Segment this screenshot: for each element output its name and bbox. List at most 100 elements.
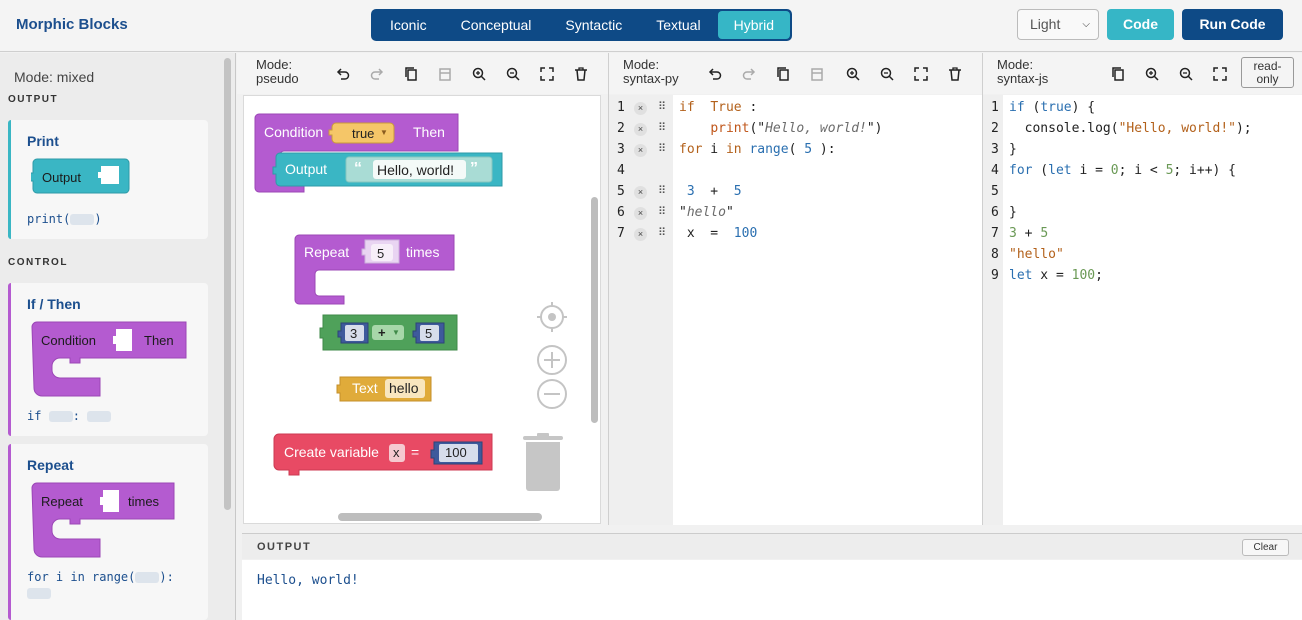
section-title-output: OUTPUT: [8, 94, 59, 105]
zoom-out-icon[interactable]: [1178, 66, 1194, 82]
workspace-vertical-scrollbar[interactable]: [591, 197, 598, 423]
output-line: Hello, world!: [257, 573, 359, 588]
text-label: Text: [352, 380, 378, 396]
variable-name-field[interactable]: x: [393, 445, 400, 460]
pseudo-block-workspace[interactable]: Condition true ▼ Then Output “ Hello, wo…: [243, 95, 601, 524]
fit-screen-icon[interactable]: [913, 66, 929, 82]
palette-mode-label: Mode: mixed: [14, 69, 95, 85]
fit-screen-icon[interactable]: [539, 66, 555, 82]
delete-line-icon[interactable]: ×: [634, 144, 647, 157]
drag-handle-icon[interactable]: ⠿: [658, 226, 666, 239]
redo-icon[interactable]: [369, 66, 385, 82]
drag-handle-icon[interactable]: ⠿: [658, 121, 666, 134]
open-quote: “: [354, 160, 362, 177]
output-text-field[interactable]: Hello, world!: [377, 162, 454, 178]
python-code-line[interactable]: "hello": [679, 205, 734, 220]
js-code-line: "hello": [1009, 247, 1064, 262]
tab-iconic[interactable]: Iconic: [373, 11, 444, 39]
delete-line-icon[interactable]: ×: [634, 102, 647, 115]
drag-handle-icon[interactable]: ⠿: [658, 142, 666, 155]
palette-card-repeat[interactable]: Repeat Repeat times for i in range():: [8, 444, 208, 620]
text-value-field[interactable]: hello: [389, 380, 419, 396]
condition-label: Condition: [264, 124, 324, 140]
repeat-count-field[interactable]: 5: [377, 246, 384, 261]
panel-divider[interactable]: [608, 53, 609, 525]
python-code-line[interactable]: for i in range( 5 ):: [679, 142, 836, 157]
workspace-zoom-out-icon[interactable]: [536, 378, 568, 410]
workspace-trash-icon[interactable]: [522, 432, 566, 492]
value-dropdown-arrow[interactable]: ▼: [380, 128, 388, 137]
palette-card-print[interactable]: Print Output print(): [8, 120, 208, 239]
block-palette: Mode: mixed OUTPUT Print Output print() …: [0, 53, 236, 620]
line-number: 3: [991, 142, 999, 157]
copy-icon[interactable]: [1110, 66, 1126, 82]
line-number: 5: [617, 184, 625, 199]
delete-line-icon[interactable]: ×: [634, 186, 647, 199]
zoom-in-icon[interactable]: [845, 66, 861, 82]
line-number: 1: [617, 100, 625, 115]
tab-hybrid[interactable]: Hybrid: [717, 11, 791, 39]
tab-textual[interactable]: Textual: [639, 11, 717, 39]
tab-syntactic[interactable]: Syntactic: [548, 11, 639, 39]
math-left-field[interactable]: 3: [350, 326, 357, 341]
drag-handle-icon[interactable]: ⠿: [658, 100, 666, 113]
trash-icon[interactable]: [573, 66, 589, 82]
operator-dropdown-arrow[interactable]: ▼: [392, 328, 400, 337]
workspace-horizontal-scrollbar[interactable]: [338, 513, 542, 521]
python-gutter: [609, 95, 673, 525]
undo-icon[interactable]: [707, 66, 723, 82]
python-code-line[interactable]: if True :: [679, 100, 757, 115]
code-button[interactable]: Code: [1107, 9, 1174, 40]
clear-output-button[interactable]: Clear: [1242, 539, 1289, 556]
trash-icon[interactable]: [947, 66, 963, 82]
python-code-line[interactable]: x = 100: [679, 226, 757, 241]
python-panel-header: Mode: syntax-py: [609, 53, 982, 94]
drag-handle-icon[interactable]: ⠿: [658, 205, 666, 218]
zoom-out-icon[interactable]: [505, 66, 521, 82]
line-number: 2: [617, 121, 625, 136]
python-code-editor[interactable]: 1 2 3 4 5 6 7 × × × × × × ⠿ ⠿ ⠿ ⠿ ⠿ ⠿ if…: [609, 95, 982, 525]
fit-screen-icon[interactable]: [1212, 66, 1228, 82]
then-block-label: Then: [144, 333, 174, 348]
copy-icon[interactable]: [775, 66, 791, 82]
copy-icon[interactable]: [403, 66, 419, 82]
paste-icon[interactable]: [809, 66, 825, 82]
palette-scrollbar[interactable]: [224, 58, 231, 510]
app-title: Morphic Blocks: [16, 16, 128, 33]
theme-select[interactable]: Light ⌵: [1017, 9, 1099, 40]
python-mode-label: Mode: syntax-py: [623, 57, 679, 86]
line-number: 6: [617, 205, 625, 220]
math-operator[interactable]: +: [378, 325, 386, 340]
readonly-badge: read-only: [1241, 57, 1294, 88]
zoom-in-icon[interactable]: [471, 66, 487, 82]
undo-icon[interactable]: [335, 66, 351, 82]
redo-icon[interactable]: [741, 66, 757, 82]
python-code-line[interactable]: 3 + 5: [679, 184, 742, 199]
recenter-icon[interactable]: [536, 301, 568, 333]
paste-icon[interactable]: [437, 66, 453, 82]
delete-line-icon[interactable]: ×: [634, 228, 647, 241]
js-code-viewer[interactable]: 1 2 3 4 5 6 7 8 9 if (true) { console.lo…: [983, 95, 1302, 525]
card-code-if: if :: [27, 409, 112, 423]
python-code-line[interactable]: print("Hello, world!"): [679, 121, 882, 136]
drag-handle-icon[interactable]: ⠿: [658, 184, 666, 197]
palette-card-if-then[interactable]: If / Then Condition Then if :: [8, 283, 208, 436]
zoom-out-icon[interactable]: [879, 66, 895, 82]
then-label: Then: [413, 124, 445, 140]
card-accent-bar: [8, 120, 11, 239]
zoom-in-icon[interactable]: [1144, 66, 1160, 82]
math-right-field[interactable]: 5: [425, 326, 432, 341]
panel-divider[interactable]: [982, 53, 983, 525]
workspace-zoom-in-icon[interactable]: [536, 344, 568, 376]
js-panel-header: Mode: syntax-js read-only: [983, 53, 1302, 94]
card-title: Repeat: [27, 457, 74, 473]
line-number: 2: [991, 121, 999, 136]
card-code-repeat: for i in range():: [27, 570, 174, 584]
run-code-button[interactable]: Run Code: [1182, 9, 1283, 40]
delete-line-icon[interactable]: ×: [634, 123, 647, 136]
variable-value-field[interactable]: 100: [445, 445, 467, 460]
tab-conceptual[interactable]: Conceptual: [444, 11, 549, 39]
condition-value[interactable]: true: [352, 126, 374, 141]
app-header: Morphic Blocks Iconic Conceptual Syntact…: [0, 0, 1302, 52]
delete-line-icon[interactable]: ×: [634, 207, 647, 220]
